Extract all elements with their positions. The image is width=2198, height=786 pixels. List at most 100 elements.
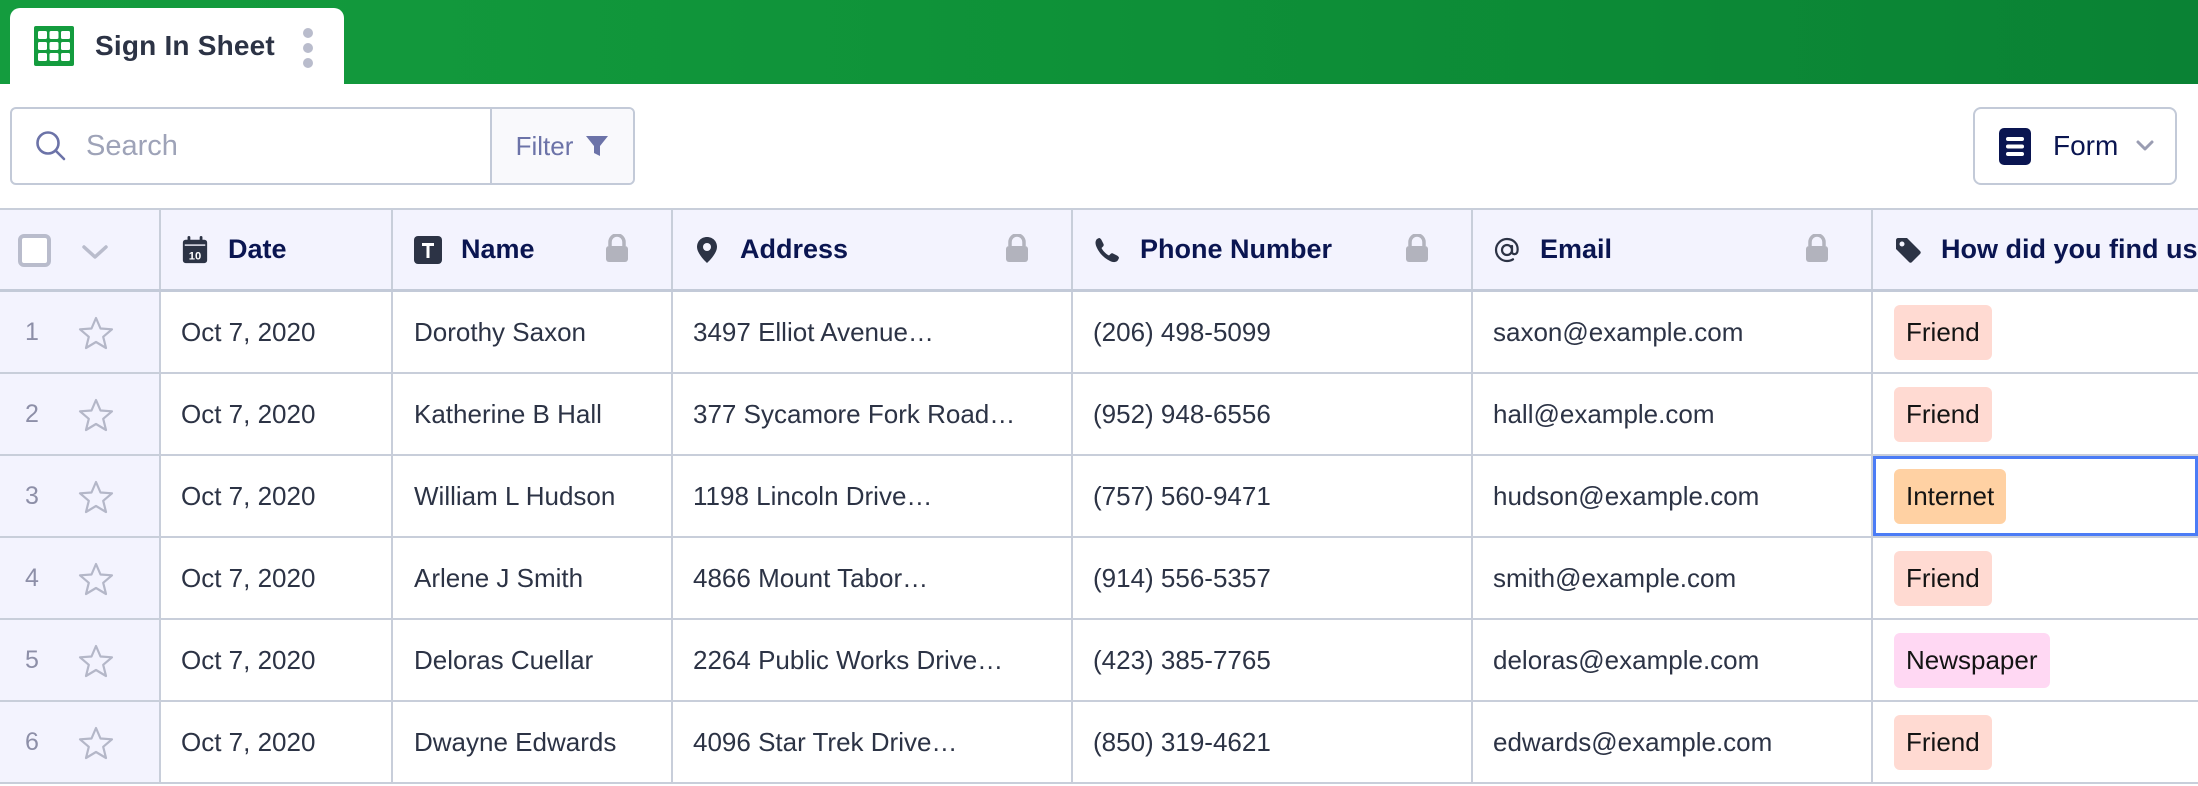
cell-source[interactable]: Newspaper <box>1873 620 2198 700</box>
form-view-label: Form <box>2053 130 2119 161</box>
row-number: 5 <box>25 645 39 674</box>
cell-name[interactable]: Dorothy Saxon <box>393 292 673 372</box>
row-number: 4 <box>25 563 39 592</box>
row-number: 2 <box>25 399 39 428</box>
tab-more-options-icon[interactable] <box>301 28 315 68</box>
cell-source[interactable]: Friend <box>1873 374 2198 454</box>
lock-icon <box>1406 234 1428 262</box>
form-view-button[interactable]: Form <box>1973 107 2177 185</box>
source-badge: Friend <box>1894 714 1992 770</box>
sheet-tab-label: Sign In Sheet <box>95 30 275 61</box>
row-number: 6 <box>25 727 39 756</box>
row-select-cell[interactable]: 5 <box>0 620 161 700</box>
column-header-label: Address <box>740 234 849 264</box>
search-icon <box>36 131 66 161</box>
phone-icon <box>1095 237 1119 262</box>
star-icon[interactable] <box>78 726 114 760</box>
table-row[interactable]: 2 Oct 7, 2020 Katherine B Hall 377 Sycam… <box>0 374 2198 456</box>
star-icon[interactable] <box>78 398 114 432</box>
source-badge: Friend <box>1894 304 1992 360</box>
lock-icon <box>1806 234 1828 262</box>
column-header-label: Email <box>1540 234 1613 264</box>
cell-address[interactable]: 4096 Star Trek Drive… <box>673 702 1073 782</box>
cell-email[interactable]: hall@example.com <box>1473 374 1873 454</box>
column-header-name[interactable]: Name <box>393 210 673 289</box>
cell-name[interactable]: Katherine B Hall <box>393 374 673 454</box>
cell-email[interactable]: saxon@example.com <box>1473 292 1873 372</box>
cell-phone[interactable]: (952) 948-6556 <box>1073 374 1473 454</box>
row-number: 1 <box>25 317 39 346</box>
column-header-date[interactable]: 10 Date <box>161 210 393 289</box>
source-badge: Newspaper <box>1894 632 2050 688</box>
star-icon[interactable] <box>78 562 114 596</box>
select-all-checkbox[interactable] <box>18 234 51 267</box>
cell-address[interactable]: 3497 Elliot Avenue… <box>673 292 1073 372</box>
table-row[interactable]: 6 Oct 7, 2020 Dwayne Edwards 4096 Star T… <box>0 702 2198 784</box>
source-badge: Friend <box>1894 550 1992 606</box>
sheet-tab[interactable]: Sign In Sheet <box>10 8 344 84</box>
cell-source[interactable]: Internet <box>1873 456 2198 536</box>
location-pin-icon <box>697 236 717 263</box>
table-row[interactable]: 5 Oct 7, 2020 Deloras Cuellar 2264 Publi… <box>0 620 2198 702</box>
cell-address[interactable]: 1198 Lincoln Drive… <box>673 456 1073 536</box>
top-bar: Sign In Sheet <box>0 0 2198 84</box>
cell-email[interactable]: smith@example.com <box>1473 538 1873 618</box>
cell-date[interactable]: Oct 7, 2020 <box>161 702 393 782</box>
row-select-cell[interactable]: 3 <box>0 456 161 536</box>
table-row[interactable]: 3 Oct 7, 2020 William L Hudson 1198 Linc… <box>0 456 2198 538</box>
tag-icon <box>1896 237 1921 263</box>
column-header-label: Phone Number <box>1140 234 1333 264</box>
rows-container: 1 Oct 7, 2020 Dorothy Saxon 3497 Elliot … <box>0 292 2198 784</box>
row-select-cell[interactable]: 4 <box>0 538 161 618</box>
cell-date[interactable]: Oct 7, 2020 <box>161 456 393 536</box>
text-field-icon <box>414 235 442 264</box>
cell-phone[interactable]: (757) 560-9471 <box>1073 456 1473 536</box>
cell-phone[interactable]: (206) 498-5099 <box>1073 292 1473 372</box>
cell-source[interactable]: Friend <box>1873 292 2198 372</box>
star-icon[interactable] <box>78 316 114 350</box>
row-select-cell[interactable]: 2 <box>0 374 161 454</box>
cell-phone[interactable]: (914) 556-5357 <box>1073 538 1473 618</box>
row-select-cell[interactable]: 6 <box>0 702 161 782</box>
cell-source[interactable]: Friend <box>1873 538 2198 618</box>
cell-date[interactable]: Oct 7, 2020 <box>161 620 393 700</box>
cell-address[interactable]: 4866 Mount Tabor… <box>673 538 1073 618</box>
column-header-label: Name <box>461 234 535 264</box>
column-header-email[interactable]: Email <box>1473 210 1873 289</box>
table-row[interactable]: 4 Oct 7, 2020 Arlene J Smith 4866 Mount … <box>0 538 2198 620</box>
cell-date[interactable]: Oct 7, 2020 <box>161 374 393 454</box>
filter-button[interactable]: Filter <box>490 109 633 183</box>
search-input[interactable] <box>86 129 466 163</box>
select-options-chevron-icon[interactable] <box>80 243 110 261</box>
header-select-cell <box>0 210 161 289</box>
form-icon <box>1999 127 2031 165</box>
column-header-source[interactable]: How did you find us? <box>1873 210 2198 289</box>
star-icon[interactable] <box>78 480 114 514</box>
cell-address[interactable]: 2264 Public Works Drive… <box>673 620 1073 700</box>
cell-date[interactable]: Oct 7, 2020 <box>161 538 393 618</box>
cell-name[interactable]: Arlene J Smith <box>393 538 673 618</box>
at-sign-icon <box>1494 237 1519 262</box>
header-row: 10 Date Name Address Phone Number Email … <box>0 210 2198 292</box>
cell-email[interactable]: deloras@example.com <box>1473 620 1873 700</box>
column-header-label: Date <box>228 234 287 264</box>
cell-name[interactable]: William L Hudson <box>393 456 673 536</box>
cell-address[interactable]: 377 Sycamore Fork Road… <box>673 374 1073 454</box>
cell-phone[interactable]: (423) 385-7765 <box>1073 620 1473 700</box>
column-header-label: How did you find us? <box>1941 234 2198 264</box>
cell-date[interactable]: Oct 7, 2020 <box>161 292 393 372</box>
star-icon[interactable] <box>78 644 114 678</box>
cell-email[interactable]: edwards@example.com <box>1473 702 1873 782</box>
column-header-address[interactable]: Address <box>673 210 1073 289</box>
column-header-phone[interactable]: Phone Number <box>1073 210 1473 289</box>
data-grid: 10 Date Name Address Phone Number Email … <box>0 208 2198 784</box>
search-box <box>12 109 490 183</box>
table-row[interactable]: 1 Oct 7, 2020 Dorothy Saxon 3497 Elliot … <box>0 292 2198 374</box>
cell-email[interactable]: hudson@example.com <box>1473 456 1873 536</box>
cell-name[interactable]: Deloras Cuellar <box>393 620 673 700</box>
cell-source[interactable]: Friend <box>1873 702 2198 782</box>
cell-phone[interactable]: (850) 319-4621 <box>1073 702 1473 782</box>
cell-name[interactable]: Dwayne Edwards <box>393 702 673 782</box>
row-select-cell[interactable]: 1 <box>0 292 161 372</box>
filter-button-label: Filter <box>515 130 574 161</box>
